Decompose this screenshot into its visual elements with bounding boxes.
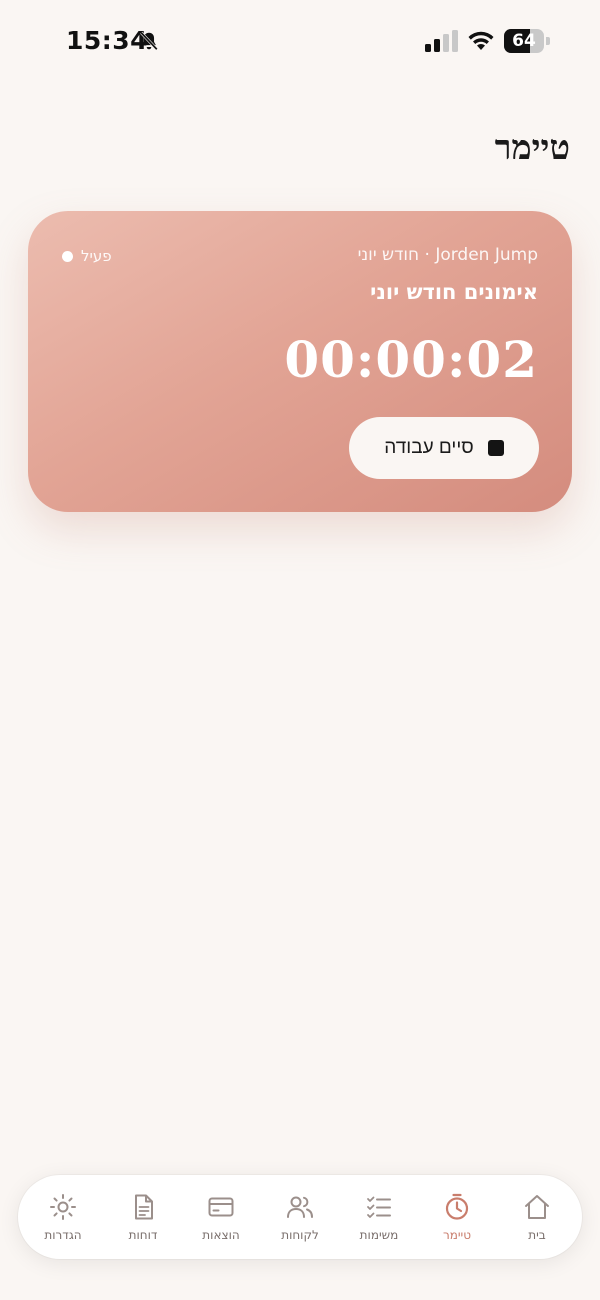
nav-item-expenses[interactable]: הוצאות <box>181 1175 261 1259</box>
active-status-label: פעיל <box>81 247 112 265</box>
timer-client-month: Jorden Jump · חודש יוני <box>357 245 538 265</box>
nav-item-settings[interactable]: הגדרות <box>23 1175 103 1259</box>
active-status-dot <box>62 250 73 262</box>
stopwatch-icon <box>445 1193 469 1220</box>
nav-item-timer[interactable]: טיימר <box>417 1175 497 1259</box>
stop-icon <box>487 440 504 456</box>
nav-item-reports[interactable]: דוחות <box>103 1175 183 1259</box>
bottom-navigation: בית טיימר משימות לקוחות הוצאות דוחות הגד… <box>18 1175 582 1259</box>
elapsed-time: 00:00:02 <box>284 330 538 389</box>
status-time: 15:34 <box>66 26 149 55</box>
timer-task-title: אימונים חודש יוני <box>370 280 538 304</box>
battery-body: 64 <box>504 29 544 53</box>
settings-sun-icon <box>50 1194 76 1220</box>
battery-icon: 64 <box>504 29 550 53</box>
nav-label-settings: הגדרות <box>44 1228 82 1242</box>
stop-work-button[interactable]: סיים עבודה <box>349 417 539 479</box>
nav-label-reports: דוחות <box>128 1228 158 1242</box>
bell-slash-icon <box>140 31 158 51</box>
battery-tip <box>546 37 550 45</box>
nav-label-tasks: משימות <box>359 1228 399 1242</box>
credit-card-icon <box>208 1197 234 1217</box>
status-bar: 15:34 64 <box>0 0 600 84</box>
nav-label-expenses: הוצאות <box>202 1228 240 1242</box>
battery-percentage: 64 <box>512 31 536 51</box>
nav-item-clients[interactable]: לקוחות <box>260 1175 340 1259</box>
nav-item-tasks[interactable]: משימות <box>339 1175 419 1259</box>
timer-screen: 15:34 64 טיימר פעיל Jorden Jump · חודש י… <box>0 0 600 1300</box>
document-icon <box>135 1194 153 1220</box>
users-icon <box>287 1196 313 1218</box>
nav-label-home: בית <box>528 1228 546 1242</box>
nav-item-home[interactable]: בית <box>497 1175 577 1259</box>
page-title: טיימר <box>494 128 570 168</box>
home-icon <box>525 1195 549 1219</box>
checklist-icon <box>367 1196 391 1218</box>
nav-label-clients: לקוחות <box>281 1228 319 1242</box>
cellular-signal-icon <box>425 30 458 52</box>
nav-label-timer: טיימר <box>442 1228 472 1242</box>
active-status-indicator: פעיל <box>62 247 112 265</box>
wifi-icon <box>468 31 494 50</box>
stop-work-label: סיים עבודה <box>384 437 474 458</box>
